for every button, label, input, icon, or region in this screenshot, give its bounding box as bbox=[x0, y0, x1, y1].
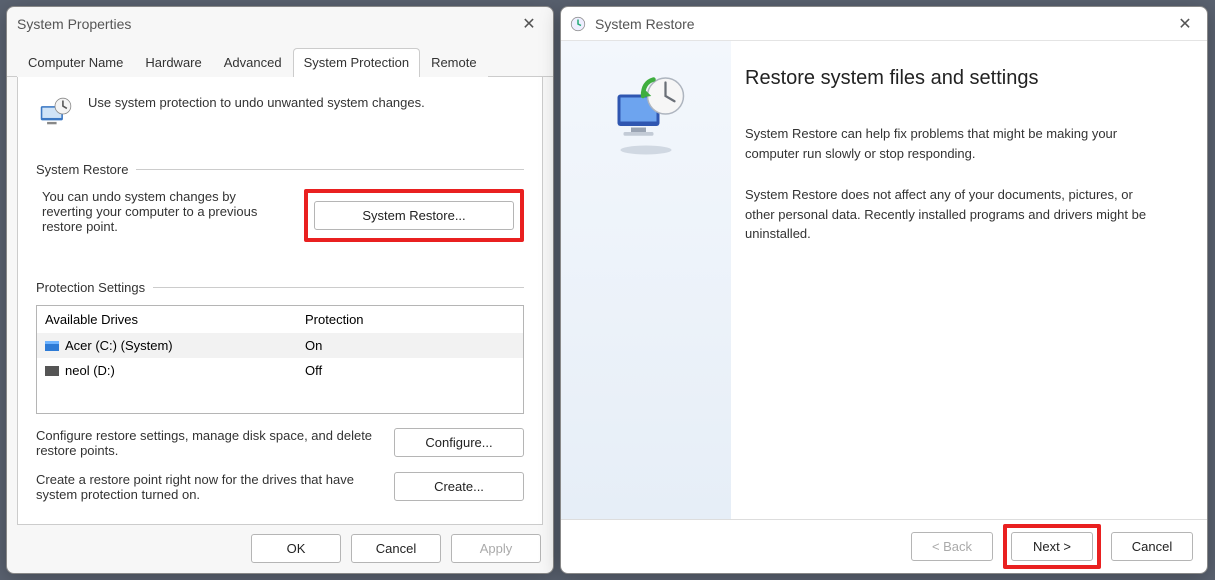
titlebar[interactable]: System Properties ✕ bbox=[7, 7, 553, 41]
cancel-button[interactable]: Cancel bbox=[1111, 532, 1193, 561]
configure-button[interactable]: Configure... bbox=[394, 428, 524, 457]
highlight-next: Next > bbox=[1003, 524, 1101, 569]
tab-advanced[interactable]: Advanced bbox=[213, 48, 293, 77]
cancel-button[interactable]: Cancel bbox=[351, 534, 441, 563]
system-properties-window: System Properties ✕ Computer Name Hardwa… bbox=[6, 6, 554, 574]
drive-name: Acer (C:) (System) bbox=[65, 338, 173, 353]
table-header: Available Drives Protection bbox=[37, 306, 523, 333]
drive-protection: Off bbox=[297, 358, 523, 383]
window-title: System Restore bbox=[595, 16, 695, 32]
drive-icon bbox=[45, 341, 59, 351]
restore-icon bbox=[569, 15, 587, 33]
system-restore-window: System Restore ✕ Restore system files an… bbox=[560, 6, 1208, 574]
window-title: System Properties bbox=[17, 16, 131, 32]
restore-hero-icon bbox=[601, 69, 691, 159]
wizard-content: Restore system files and settings System… bbox=[731, 41, 1207, 519]
dialog-footer: OK Cancel Apply bbox=[251, 534, 541, 563]
shield-monitor-icon bbox=[36, 95, 74, 138]
create-description: Create a restore point right now for the… bbox=[36, 472, 380, 502]
tab-panel-system-protection: Use system protection to undo unwanted s… bbox=[17, 77, 543, 525]
tabstrip: Computer Name Hardware Advanced System P… bbox=[7, 47, 553, 77]
create-button[interactable]: Create... bbox=[394, 472, 524, 501]
highlight-system-restore: System Restore... bbox=[304, 189, 524, 242]
wizard-sidebar bbox=[561, 41, 731, 519]
col-protection: Protection bbox=[297, 306, 523, 333]
wizard-paragraph: System Restore can help fix problems tha… bbox=[745, 124, 1165, 163]
wizard-footer: < Back Next > Cancel bbox=[561, 519, 1207, 573]
wizard-paragraph: System Restore does not affect any of yo… bbox=[745, 185, 1165, 244]
system-restore-button[interactable]: System Restore... bbox=[314, 201, 514, 230]
restore-description: You can undo system changes by reverting… bbox=[36, 189, 290, 234]
table-row[interactable]: Acer (C:) (System) On bbox=[37, 333, 523, 358]
back-button: < Back bbox=[911, 532, 993, 561]
table-row[interactable]: neol (D:) Off bbox=[37, 358, 523, 383]
apply-button: Apply bbox=[451, 534, 541, 563]
titlebar[interactable]: System Restore ✕ bbox=[561, 7, 1207, 41]
divider bbox=[153, 287, 524, 288]
divider bbox=[136, 169, 524, 170]
section-title-restore: System Restore bbox=[36, 162, 128, 177]
drive-icon bbox=[45, 366, 59, 376]
ok-button[interactable]: OK bbox=[251, 534, 341, 563]
close-icon[interactable]: ✕ bbox=[515, 14, 543, 34]
section-title-protection: Protection Settings bbox=[36, 280, 145, 295]
col-drives: Available Drives bbox=[37, 306, 297, 333]
tab-system-protection[interactable]: System Protection bbox=[293, 48, 421, 77]
drives-table: Available Drives Protection Acer (C:) (S… bbox=[36, 305, 524, 414]
next-button[interactable]: Next > bbox=[1011, 532, 1093, 561]
intro-text: Use system protection to undo unwanted s… bbox=[88, 95, 425, 110]
tab-remote[interactable]: Remote bbox=[420, 48, 488, 77]
drive-name: neol (D:) bbox=[65, 363, 115, 378]
wizard-heading: Restore system files and settings bbox=[745, 67, 1177, 90]
tab-hardware[interactable]: Hardware bbox=[134, 48, 212, 77]
configure-description: Configure restore settings, manage disk … bbox=[36, 428, 380, 458]
tab-computer-name[interactable]: Computer Name bbox=[17, 48, 134, 77]
close-icon[interactable]: ✕ bbox=[1171, 14, 1199, 34]
drive-protection: On bbox=[297, 333, 523, 358]
